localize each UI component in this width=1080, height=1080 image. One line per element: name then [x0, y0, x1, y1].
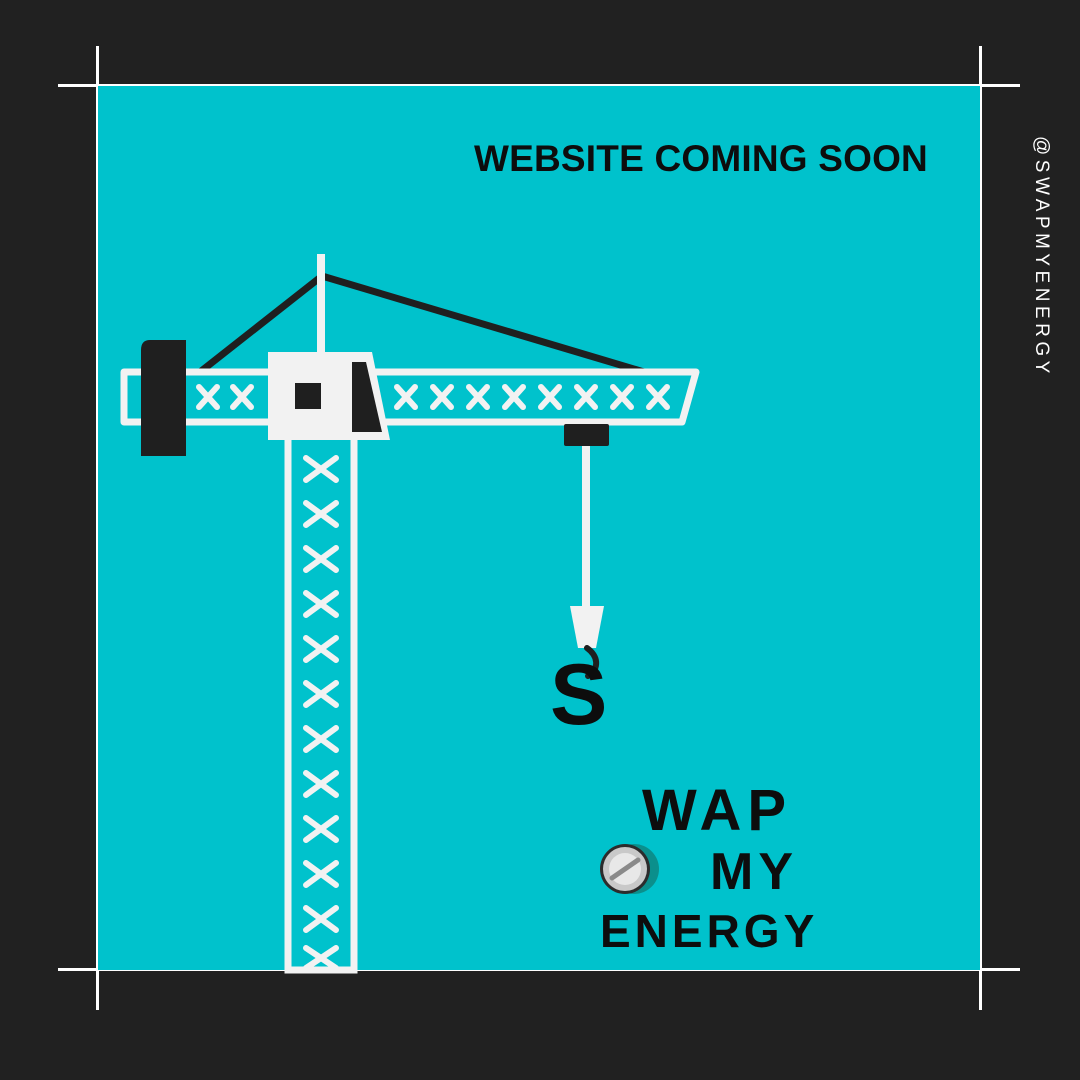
crane-icon: [120, 254, 700, 974]
dial-icon: [600, 844, 659, 894]
logo-line-wap: WAP: [642, 778, 793, 843]
logo-line-my: MY: [710, 843, 798, 901]
hooked-letter-s: S: [550, 647, 608, 743]
logo-line-energy: ENERGY: [600, 905, 819, 957]
